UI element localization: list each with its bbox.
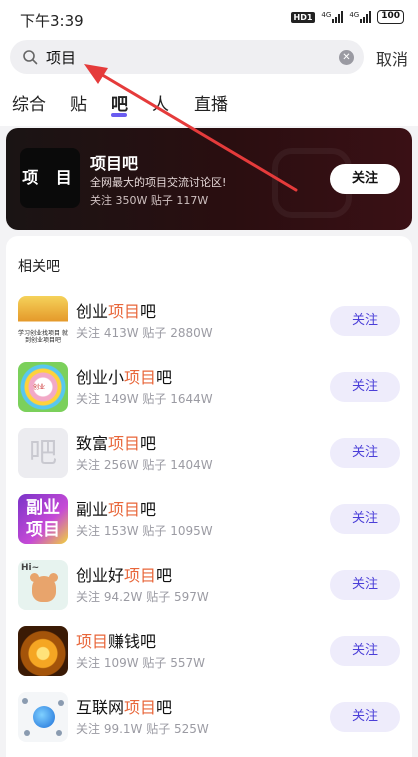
bar-name: 致富项目吧 [76,434,157,453]
tab-comprehensive[interactable]: 综合 [12,90,46,115]
bar-avatar: 吧 [18,428,68,478]
search-icon [23,50,38,65]
list-item[interactable]: 学习创业找项目 就到创业项目吧 创业项目吧 关注 413W 贴子 2880W 关… [6,288,412,354]
tab-posts[interactable]: 贴 [70,90,87,115]
tab-live[interactable]: 直播 [194,90,228,115]
bar-stats: 关注 109W 贴子 557W [76,656,205,670]
bar-avatar: 学习创业找项目 就到创业项目吧 [18,296,68,346]
featured-bar-card[interactable]: 项 目 项目吧 全网最大的项目交流讨论区! 关注 350W 贴子 117W 关注 [6,128,412,230]
list-item[interactable]: Hi~ 创业好项目吧 关注 94.2W 贴子 597W 关注 [6,552,412,618]
battery-icon: 100 [377,10,404,24]
bar-avatar [18,626,68,676]
bar-avatar: 项 目 [20,148,80,208]
follow-button[interactable]: 关注 [330,438,400,468]
active-tab-indicator [111,113,127,117]
tab-bars[interactable]: 吧 [111,90,128,115]
bar-avatar: Hi~ [18,560,68,610]
list-item[interactable]: 吧 致富项目吧 关注 256W 贴子 1404W 关注 [6,420,412,486]
bar-avatar: 创业 [18,362,68,412]
follow-button[interactable]: 关注 [330,504,400,534]
bar-stats: 关注 99.1W 贴子 525W [76,722,209,736]
follow-button[interactable]: 关注 [330,636,400,666]
search-bar[interactable]: 项目 ✕ [10,40,364,74]
bar-description: 全网最大的项目交流讨论区! [90,176,227,189]
list-item[interactable]: 创业 创业小项目吧 关注 149W 贴子 1644W 关注 [6,354,412,420]
bar-avatar: 副业项目 [18,494,68,544]
follow-button[interactable]: 关注 [330,306,400,336]
follow-button[interactable]: 关注 [330,702,400,732]
list-item[interactable]: 互联网项目吧 关注 99.1W 贴子 525W 关注 [6,684,412,750]
follow-button[interactable]: 关注 [330,164,400,194]
status-icons: HD1 4G 4G 100 [290,10,404,24]
cancel-button[interactable]: 取消 [376,46,408,70]
clear-icon[interactable]: ✕ [339,50,354,65]
tab-people[interactable]: 人 [152,90,169,115]
bar-name: 创业小项目吧 [76,368,173,387]
list-item[interactable]: 项目赚钱吧 关注 109W 贴子 557W 关注 [6,618,412,684]
bar-stats: 关注 94.2W 贴子 597W [76,590,209,604]
bar-name: 互联网项目吧 [76,698,173,717]
section-title: 相关吧 [18,259,60,275]
follow-button[interactable]: 关注 [330,570,400,600]
signal-icon-1: 4G [321,11,344,23]
search-tabs: 综合 贴 吧 人 直播 [0,82,418,126]
bar-name: 创业项目吧 [76,302,157,321]
related-bars-section: 相关吧 学习创业找项目 就到创业项目吧 创业项目吧 关注 413W 贴子 288… [6,236,412,757]
bar-title: 项目吧 [90,154,139,173]
bar-avatar [18,692,68,742]
status-bar: 下午3:39 HD1 4G 4G 100 [0,0,418,38]
bear-icon [32,576,56,602]
bar-name: 项目赚钱吧 [76,632,157,651]
status-time: 下午3:39 [20,12,84,30]
signal-icon-2: 4G [349,11,372,23]
search-header: 项目 ✕ 取消 [0,38,418,82]
bar-name: 创业好项目吧 [76,566,173,585]
follow-button[interactable]: 关注 [330,372,400,402]
bar-stats: 关注 413W 贴子 2880W [76,326,213,340]
hd-voice-icon: HD1 [290,11,316,23]
bar-stats: 关注 153W 贴子 1095W [76,524,213,538]
globe-icon [33,706,55,728]
bar-stats: 关注 149W 贴子 1644W [76,392,213,406]
bar-stats: 关注 256W 贴子 1404W [76,458,213,472]
bar-name: 副业项目吧 [76,500,157,519]
bar-stats: 关注 350W 贴子 117W [90,194,209,207]
search-input[interactable]: 项目 [46,47,76,68]
list-item[interactable]: 副业项目 副业项目吧 关注 153W 贴子 1095W 关注 [6,486,412,552]
